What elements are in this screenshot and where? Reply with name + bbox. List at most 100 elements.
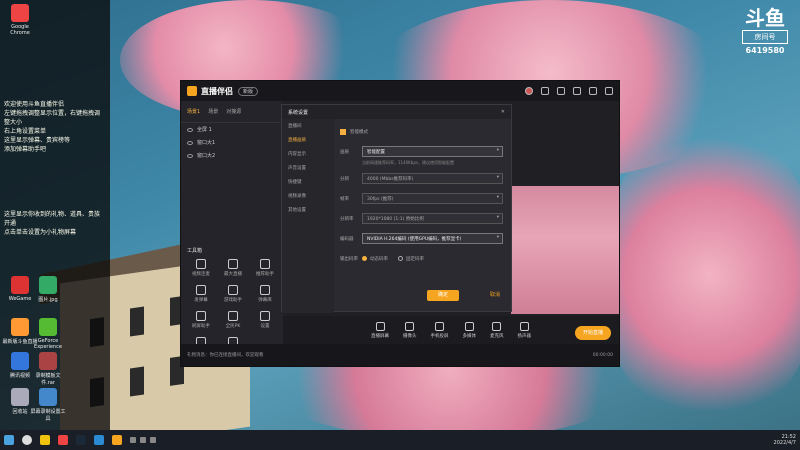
icon-label: 腾讯视频: [9, 373, 30, 379]
tool-item[interactable]: 游戏助手: [217, 285, 249, 303]
tool-item[interactable]: 全民PK: [217, 311, 249, 329]
screen-recorder-icon: [39, 388, 57, 406]
desktop-icon[interactable]: 图片.jpg: [30, 276, 66, 303]
dynamic-bitrate-radio[interactable]: 动态码率: [362, 256, 388, 262]
chrome-icon: [11, 4, 29, 22]
desktop-icon[interactable]: Google Chrome: [2, 4, 38, 36]
radio-icon: [362, 256, 367, 261]
volume-icon[interactable]: [140, 437, 146, 443]
tool-item[interactable]: 设置: [249, 311, 281, 329]
smart-mode-label: 智能模式: [350, 129, 368, 135]
screen-source-button[interactable]: 直播屏幕: [371, 321, 389, 339]
tool-item[interactable]: 刷屏助手: [185, 311, 217, 329]
eye-icon[interactable]: [187, 127, 193, 132]
avatar-icon[interactable]: [525, 87, 533, 95]
encoder-select[interactable]: NVIDIA H.264编码 (使用GPU编码，推荐显卡): [362, 233, 503, 244]
setting-label: 画质: [340, 149, 349, 155]
nav-item[interactable]: 其他设置: [282, 203, 334, 217]
setting-label: 编码器: [340, 236, 354, 242]
nav-item[interactable]: 声音设置: [282, 161, 334, 175]
tab-scene[interactable]: 场景1: [187, 108, 200, 115]
maximize-icon[interactable]: [589, 87, 597, 95]
camera-icon: [405, 321, 415, 331]
confirm-button[interactable]: 确定: [427, 290, 459, 301]
version-badge[interactable]: 新版: [238, 86, 259, 96]
tencent-video-icon: [11, 352, 29, 370]
camera-source-button[interactable]: 摄像头: [403, 321, 417, 339]
framerate-select[interactable]: 30fps (推荐): [362, 193, 503, 204]
tool-item[interactable]: 最大直播: [217, 259, 249, 277]
tab-sources[interactable]: 对接源: [226, 108, 241, 115]
edge-icon[interactable]: [94, 435, 104, 445]
eye-icon[interactable]: [187, 140, 193, 145]
tool-icon: [260, 259, 270, 269]
smart-mode-row: 智能模式: [340, 125, 503, 138]
tool-item[interactable]: 发弹幕: [185, 285, 217, 303]
scene-label: 窗口大2: [197, 153, 216, 159]
smart-mode-checkbox[interactable]: [340, 128, 346, 135]
geforce-icon: [39, 318, 57, 336]
app-titlebar: 直播伴侣 新版: [181, 81, 619, 101]
close-icon[interactable]: [605, 87, 613, 95]
quality-select[interactable]: 智能配置: [362, 146, 503, 157]
tool-item[interactable]: 推荐助手: [249, 259, 281, 277]
microphone-button[interactable]: 麦克风: [490, 321, 504, 339]
start-live-button[interactable]: 开始直播: [575, 326, 611, 340]
tool-item[interactable]: 弹幕库: [249, 285, 281, 303]
bell-icon[interactable]: [541, 87, 549, 95]
logo-mark: 斗鱼: [745, 6, 785, 30]
status-message: 礼物消息：你已连接直播间，欢迎观看: [187, 353, 264, 358]
windows-start-icon[interactable]: [4, 435, 14, 445]
setting-row: 分辨 4000 (Mbbs推荐码率): [340, 172, 503, 185]
tool-label: 游戏助手: [224, 298, 242, 303]
system-clock[interactable]: 21:52 2022/4/7: [774, 434, 796, 446]
cancel-button[interactable]: 取消: [479, 290, 511, 301]
desktop-icon[interactable]: GeForce Experience: [30, 318, 66, 350]
output-bitrate-row: 输出码率 动态码率 固定码率: [340, 252, 503, 265]
desktop-icon[interactable]: 屏幕录制设置工具: [30, 388, 66, 422]
minimize-icon[interactable]: [573, 87, 581, 95]
scene-item[interactable]: 全屏 1: [181, 123, 283, 136]
steam-icon[interactable]: [76, 435, 86, 445]
bitrate-select[interactable]: 4000 (Mbbs推荐码率): [362, 173, 503, 184]
desktop-note: 欢迎使用斗鱼直播伴侣 左键拖拽调整显示位置，右键拖拽调整大小 右上角设置菜单 这…: [4, 100, 104, 154]
fixed-bitrate-radio[interactable]: 固定码率: [398, 256, 424, 262]
dialog-title: 系统设置: [288, 110, 309, 116]
douyu-taskbar-icon[interactable]: [112, 435, 122, 445]
chrome-taskbar-icon[interactable]: [58, 435, 68, 445]
button-label: 扬声器: [517, 333, 532, 339]
blossom-cluster: [600, 120, 800, 430]
input-method-icon[interactable]: [150, 437, 156, 443]
nav-item[interactable]: 直播间: [282, 119, 334, 133]
titlebar-icons: [525, 87, 613, 95]
network-icon[interactable]: [130, 437, 136, 443]
nav-item-active[interactable]: 直播画质: [282, 133, 334, 147]
menu-icon[interactable]: [557, 87, 565, 95]
bitrate-hint: 当前网速推荐码率，1140Kbps，建议使用智能配置: [362, 160, 454, 165]
file-explorer-icon[interactable]: [40, 435, 50, 445]
nav-item[interactable]: 视频录像: [282, 189, 334, 203]
scene-panel: 场景1 场景 对接源 全屏 1 窗口大1 窗口大2 工具箱 视频连麦 最大直播 …: [181, 101, 283, 355]
desktop-icon[interactable]: 录制模板文件.rar: [30, 352, 66, 386]
scene-tabs: 场景1 场景 对接源: [181, 101, 283, 123]
setting-row: 帧率 30fps (推荐): [340, 192, 503, 205]
speaker-button[interactable]: 扬声器: [517, 321, 532, 339]
nav-item[interactable]: 内容显示: [282, 147, 334, 161]
tool-label: 弹幕库: [258, 298, 272, 303]
live-preview[interactable]: [511, 186, 619, 314]
tool-label: 发弹幕: [194, 298, 208, 303]
scene-item[interactable]: 窗口大2: [181, 149, 283, 162]
scene-item[interactable]: 窗口大1: [181, 136, 283, 149]
eye-icon[interactable]: [187, 153, 193, 158]
close-icon[interactable]: ✕: [501, 109, 505, 115]
search-icon[interactable]: [22, 435, 32, 445]
tool-label: 最大直播: [224, 272, 242, 277]
wegame-icon: [11, 276, 29, 294]
media-source-button[interactable]: 多媒体: [463, 321, 476, 339]
tool-item[interactable]: 视频连麦: [185, 259, 217, 277]
recycle-bin-icon: [11, 388, 29, 406]
resolution-select[interactable]: 1920*1080 (1:1) 原始比例: [362, 213, 503, 224]
nav-item[interactable]: 快捷键: [282, 175, 334, 189]
phone-cast-button[interactable]: 手机投屏: [431, 321, 449, 339]
tab-scene-2[interactable]: 场景: [208, 108, 218, 115]
